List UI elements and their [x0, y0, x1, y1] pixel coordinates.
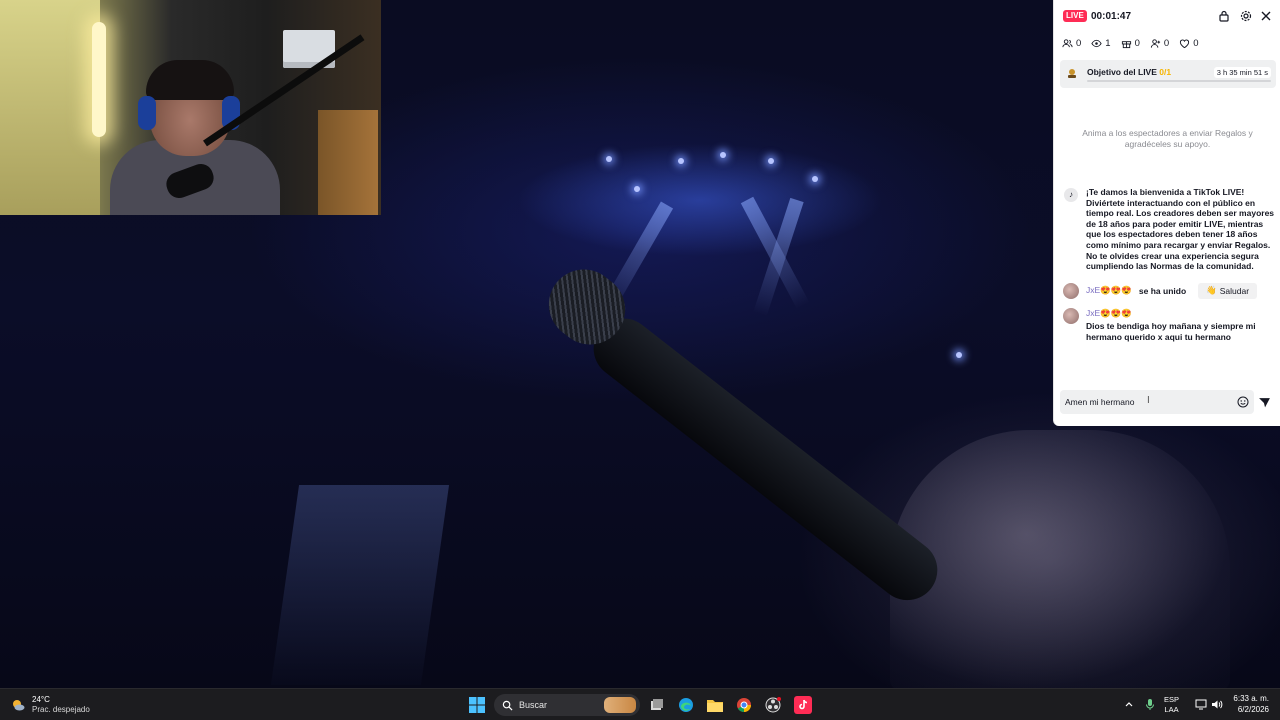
taskbar-clock[interactable]: 6:33 a. m. 6/2/2026: [1231, 694, 1269, 715]
comment-input-value: Amen mi hermano: [1065, 397, 1135, 407]
join-username[interactable]: JxE😍😍😍: [1086, 285, 1132, 296]
webcam-overlay: [0, 0, 381, 215]
laptop-silhouette: [270, 485, 450, 685]
search-icon: [502, 700, 513, 711]
close-icon[interactable]: [1259, 9, 1273, 23]
stage-light: [956, 352, 962, 358]
live-panel-header: LIVE 00:01:47: [1054, 0, 1280, 32]
webcam-wall: [0, 0, 100, 215]
stage-light: [634, 186, 640, 192]
edge-icon[interactable]: [677, 696, 695, 714]
chevron-up-icon[interactable]: [1124, 699, 1134, 709]
obs-icon[interactable]: [764, 696, 782, 714]
weather-temp: 24°C: [32, 695, 50, 704]
avatar[interactable]: [1063, 307, 1079, 324]
eye-icon: [1091, 39, 1102, 48]
avatar[interactable]: [1063, 282, 1079, 299]
comment-username[interactable]: JxE😍😍😍: [1086, 308, 1276, 319]
follower-icon: [1150, 39, 1160, 48]
comment-input[interactable]: Amen mi hermano I: [1060, 390, 1254, 414]
live-timer: 00:01:47: [1091, 11, 1132, 22]
settings-icon[interactable]: [1239, 9, 1253, 23]
clock-time: 6:33 a. m.: [1233, 694, 1269, 703]
microphone-body: [581, 306, 950, 613]
stage-light: [720, 152, 726, 158]
emoji-icon[interactable]: [1237, 396, 1249, 408]
system-message-text: ¡Te damos la bienvenida a TikTok LIVE! D…: [1086, 187, 1275, 272]
tiktok-icon: ♪: [1064, 188, 1078, 202]
stat-viewers-value: 0: [1076, 38, 1082, 49]
taskbar: 24°C Prac. despejado Buscar ESP LAA 6:33…: [0, 688, 1280, 720]
system-message: ♪ ¡Te damos la bienvenida a TikTok LIVE!…: [1062, 187, 1276, 272]
greet-button[interactable]: 👋 Saludar: [1198, 282, 1258, 299]
gift-prompt-text: Anima a los espectadores a enviar Regalo…: [1082, 128, 1253, 149]
chat-feed: ♪ ¡Te damos la bienvenida a TikTok LIVE!…: [1062, 187, 1276, 343]
microphone-icon[interactable]: [1145, 698, 1155, 711]
webcam-shelf: [318, 110, 378, 215]
weather-icon: [13, 700, 25, 711]
chat-comment: JxE😍😍😍 Dios te bendiga hoy mañana y siem…: [1062, 307, 1276, 343]
taskbar-search[interactable]: Buscar: [494, 694, 640, 716]
live-stats-row: 0 1 0 0 0: [1062, 37, 1198, 50]
comment-text: Dios te bendiga hoy mañana y siempre mi …: [1086, 321, 1256, 342]
users-icon: [1062, 39, 1073, 48]
file-explorer-icon[interactable]: [706, 696, 724, 714]
clock-date: 6/2/2026: [1237, 704, 1269, 714]
stat-gifts[interactable]: 0: [1121, 37, 1140, 50]
goal-time-left: 3 h 35 min 51 s: [1213, 67, 1271, 78]
stage-light: [678, 158, 684, 164]
stage-light: [768, 158, 774, 164]
stat-gifts-value: 0: [1134, 38, 1140, 49]
gift-icon: [1121, 41, 1131, 49]
language-line2: LAA: [1164, 705, 1179, 714]
stat-likes[interactable]: 0: [1179, 37, 1198, 50]
volume-icon[interactable]: [1211, 699, 1223, 710]
join-event: JxE😍😍😍 se ha unido 👋 Saludar: [1062, 282, 1276, 300]
stat-followers[interactable]: 0: [1150, 37, 1169, 50]
goal-title: Objetivo del LIVE 0/1: [1087, 67, 1171, 77]
live-goal-card[interactable]: Objetivo del LIVE 0/1 3 h 35 min 51 s: [1060, 60, 1276, 88]
language-line1: ESP: [1164, 695, 1180, 704]
performer-silhouette: [890, 430, 1230, 688]
wave-icon: 👋: [1206, 285, 1217, 296]
stat-views-value: 1: [1105, 38, 1111, 49]
join-text: se ha unido: [1138, 285, 1187, 296]
webcam-neon-light: [92, 22, 106, 137]
windows-start-icon[interactable]: [469, 697, 485, 713]
task-view-icon[interactable]: [648, 696, 666, 714]
goal-icon: [1068, 69, 1076, 78]
stat-likes-value: 0: [1193, 38, 1199, 49]
live-badge: LIVE: [1063, 10, 1087, 22]
goal-progress: 0/1: [1159, 67, 1172, 77]
stage-light: [812, 176, 818, 182]
stage-light: [606, 156, 612, 162]
weather-widget[interactable]: 24°C Prac. despejado: [10, 694, 90, 716]
goal-progress-bar: [1087, 80, 1271, 82]
network-icon[interactable]: [1195, 699, 1207, 710]
heart-icon: [1180, 39, 1190, 49]
stat-followers-value: 0: [1163, 38, 1170, 49]
lock-icon[interactable]: [1217, 9, 1231, 23]
search-highlight-icon: [604, 697, 636, 713]
stat-views[interactable]: 1: [1091, 37, 1111, 50]
greet-label: Saludar: [1219, 285, 1250, 296]
chrome-icon[interactable]: [735, 696, 753, 714]
tiktok-live-studio-icon[interactable]: [794, 696, 812, 714]
language-indicator[interactable]: ESP LAA: [1164, 695, 1179, 715]
goal-title-text: Objetivo del LIVE: [1087, 67, 1157, 77]
live-panel: LIVE 00:01:47 0 1 0 0 0 Objetivo del LIV…: [1053, 0, 1280, 426]
weather-condition: Prac. despejado: [32, 705, 90, 714]
headset-icon: [138, 96, 156, 130]
text-cursor-icon: I: [1147, 395, 1150, 406]
webcam-hair: [146, 60, 234, 100]
search-label: Buscar: [519, 700, 548, 710]
send-icon[interactable]: [1258, 396, 1271, 409]
stat-viewers[interactable]: 0: [1062, 37, 1081, 50]
